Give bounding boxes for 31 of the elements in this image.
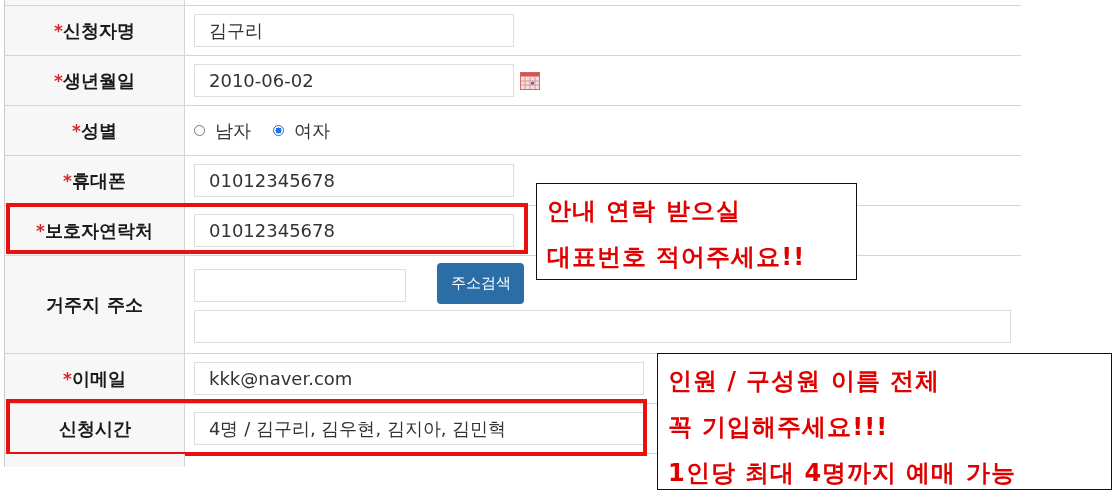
- input-field[interactable]: kkk@naver.com: [194, 362, 644, 395]
- radio-option[interactable]: 남자: [194, 118, 251, 143]
- input-field[interactable]: 2010-06-02: [194, 64, 514, 97]
- callout-text: 대표번호 적어주세요!!: [547, 242, 807, 273]
- field-label: 신청자명: [62, 18, 135, 43]
- required-mark: *: [72, 120, 81, 141]
- field-label: 성별: [80, 118, 117, 143]
- field-label: 이메일: [71, 366, 126, 391]
- callout-text: 인원 / 구성원 이름 전체: [668, 366, 942, 397]
- required-mark: *: [63, 170, 72, 191]
- field-label: 보호자연락처: [44, 218, 153, 243]
- required-mark: *: [36, 220, 45, 241]
- input-field[interactable]: 01012345678: [194, 214, 514, 247]
- field-label: 휴대폰: [71, 168, 126, 193]
- calendar-icon[interactable]: [520, 71, 540, 90]
- required-mark: *: [54, 20, 63, 41]
- address-search-button[interactable]: 주소검색: [437, 262, 524, 304]
- input-field[interactable]: 김구리: [194, 14, 514, 47]
- postcode-field[interactable]: [194, 268, 406, 302]
- input-field[interactable]: 4명 / 김구리, 김우현, 김지아, 김민혁: [194, 412, 644, 445]
- address-field[interactable]: [194, 309, 1011, 343]
- callout-text: 1인당 최대 4명까지 예매 가능: [668, 458, 1017, 489]
- field-label: 신청시간: [58, 416, 131, 441]
- field-label: 생년월일: [62, 68, 135, 93]
- required-mark: *: [63, 368, 72, 389]
- callout-text: 꼭 기입해주세요!!!: [668, 412, 890, 443]
- input-field[interactable]: 01012345678: [194, 164, 514, 197]
- required-mark: *: [54, 70, 63, 91]
- callout-text: 안내 연락 받으실: [547, 196, 742, 227]
- radio-option[interactable]: 여자: [273, 118, 330, 143]
- field-label: 거주지 주소: [46, 292, 143, 317]
